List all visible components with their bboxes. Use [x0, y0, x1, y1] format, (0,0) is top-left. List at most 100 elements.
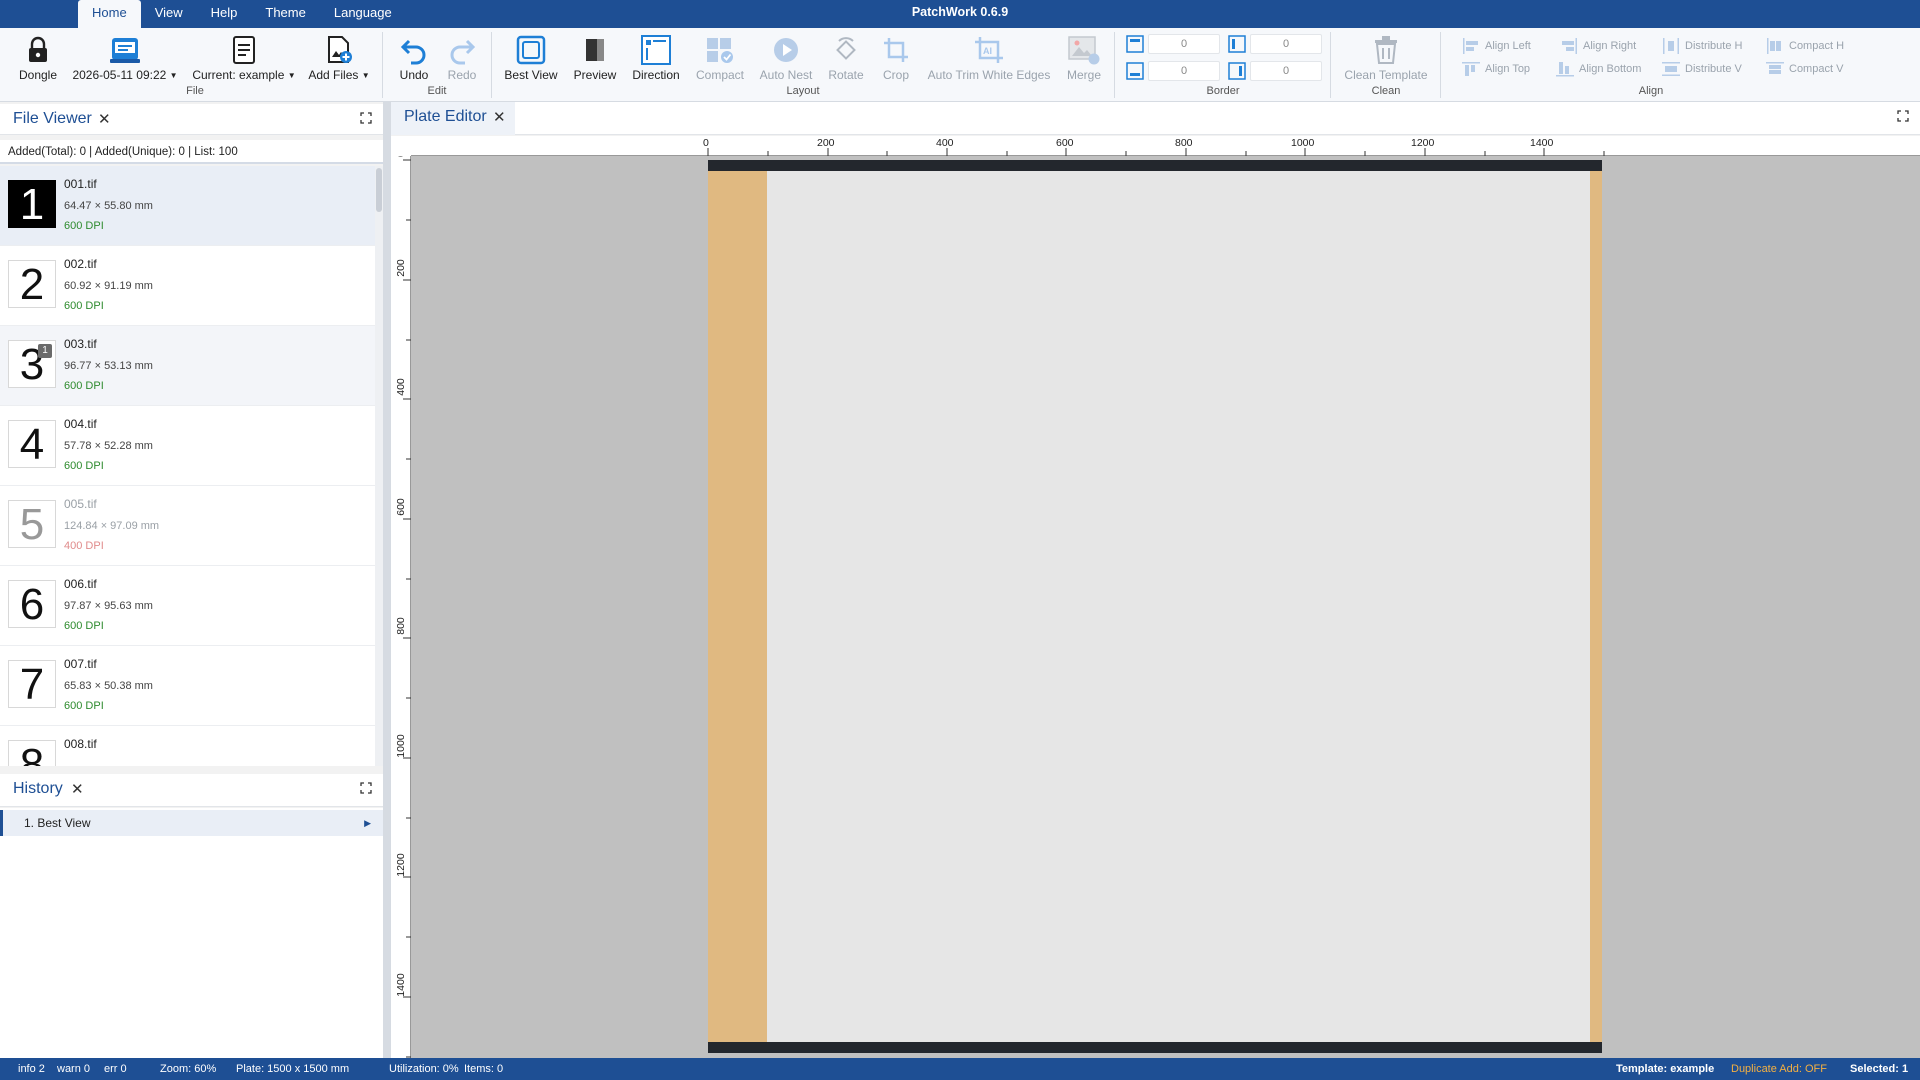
align-bottom-button[interactable]: Align Bottom: [1556, 60, 1641, 78]
crop-icon: [874, 32, 918, 68]
plate[interactable]: [708, 160, 1602, 1053]
clean-template-button[interactable]: Clean Template: [1340, 32, 1432, 88]
file-dimensions: 124.84 × 97.09 mm: [64, 520, 160, 532]
lock-icon: [12, 32, 64, 68]
distribute-h-icon: [1663, 38, 1679, 54]
file-viewer-header: File Viewer ✕: [0, 104, 383, 135]
file-item[interactable]: 4 004.tif 57.78 × 52.28 mm 600 DPI: [0, 406, 375, 486]
auto-trim-icon: AI: [924, 32, 1054, 68]
auto-nest-label: Auto Nest: [759, 68, 813, 82]
status-err[interactable]: err 0: [104, 1058, 127, 1080]
history-item[interactable]: 1. Best View ▶: [0, 810, 383, 836]
status-duplicate-add[interactable]: Duplicate Add: OFF: [1731, 1058, 1827, 1080]
ruler-label: 200: [817, 137, 835, 149]
title-bar: Home View Help Theme Language PatchWork …: [0, 0, 1920, 28]
file-item[interactable]: 6 006.tif 97.87 × 95.63 mm 600 DPI: [0, 566, 375, 646]
align-top-button[interactable]: Align Top: [1462, 60, 1530, 78]
ribbon-toolbar: Dongle 2026-05-11 09:22 ▼ Current: examp…: [0, 28, 1920, 102]
file-thumbnail: 5: [8, 500, 56, 549]
file-item[interactable]: 5 005.tif 124.84 × 97.09 mm 400 DPI: [0, 486, 375, 566]
add-files-label: Add Files: [308, 68, 359, 82]
group-separator: [1440, 32, 1441, 98]
compact-v-button[interactable]: Compact V: [1766, 60, 1843, 78]
best-view-button[interactable]: Best View: [500, 32, 562, 88]
align-left-button[interactable]: Align Left: [1462, 37, 1531, 55]
plate-canvas[interactable]: 0 200 400 600 800 1000 1200 1400 0 200 4…: [391, 136, 1920, 1058]
file-name: 003.tif: [64, 337, 97, 351]
status-warn[interactable]: warn 0: [57, 1058, 90, 1080]
group-label-layout: Layout: [786, 85, 820, 97]
file-item[interactable]: 1 001.tif 64.47 × 55.80 mm 600 DPI: [0, 166, 375, 246]
dongle-button[interactable]: Dongle: [12, 32, 64, 88]
play-icon: [754, 32, 818, 68]
ruler-label: 0: [703, 137, 709, 149]
file-thumbnail: 2: [8, 260, 56, 309]
align-right-button[interactable]: Align Right: [1560, 37, 1636, 55]
border-left-input[interactable]: 0: [1250, 34, 1322, 54]
maximize-icon[interactable]: [360, 782, 372, 794]
distribute-h-button[interactable]: Distribute H: [1662, 37, 1742, 55]
close-icon[interactable]: ✕: [493, 108, 506, 126]
ruler-label: 1000: [1291, 137, 1315, 149]
menu-theme[interactable]: Theme: [251, 0, 319, 28]
crop-button[interactable]: Crop: [874, 32, 918, 88]
direction-button[interactable]: Direction: [627, 32, 685, 88]
file-list-scrollbar[interactable]: [375, 166, 383, 766]
border-top-input[interactable]: 0: [1148, 34, 1220, 54]
group-separator: [491, 32, 492, 98]
trash-icon: [1340, 32, 1432, 68]
file-item[interactable]: 3 1 003.tif 96.77 × 53.13 mm 600 DPI: [0, 326, 375, 406]
preview-button[interactable]: Preview: [568, 32, 622, 88]
rotate-button[interactable]: Rotate: [822, 32, 870, 88]
plate-editor-header: Plate Editor ✕: [391, 102, 1920, 135]
maximize-icon[interactable]: [360, 112, 372, 124]
file-item[interactable]: 7 007.tif 65.83 × 50.38 mm 600 DPI: [0, 646, 375, 726]
scrollbar-thumb[interactable]: [376, 168, 382, 212]
status-info[interactable]: info 2: [18, 1058, 45, 1080]
menu-home[interactable]: Home: [78, 0, 141, 28]
maximize-icon[interactable]: [1897, 110, 1909, 122]
ruler-label: 1200: [395, 853, 407, 877]
redo-icon: [440, 32, 484, 68]
auto-nest-button[interactable]: Auto Nest: [754, 32, 818, 88]
status-zoom: Zoom: 60%: [160, 1063, 217, 1075]
panel-splitter[interactable]: [383, 102, 391, 1058]
distribute-v-button[interactable]: Distribute V: [1662, 60, 1742, 78]
file-item[interactable]: 8 008.tif: [0, 726, 375, 766]
align-top-icon: [1462, 62, 1480, 76]
file-viewer-title: File Viewer: [13, 110, 92, 127]
file-thumbnail: 3 1: [8, 340, 56, 389]
align-top-label: Align Top: [1485, 63, 1531, 75]
menu-help[interactable]: Help: [197, 0, 252, 28]
merge-button[interactable]: Merge: [1058, 32, 1110, 88]
redo-button[interactable]: Redo: [440, 32, 484, 88]
add-files-button[interactable]: Add Files ▼: [306, 32, 372, 88]
clean-template-label: Clean Template: [1344, 68, 1428, 82]
border-bottom-input[interactable]: 0: [1148, 61, 1220, 81]
ruler-label: 800: [395, 617, 407, 635]
calendar-icon: [70, 32, 180, 68]
main-menu: Home View Help Theme Language: [78, 0, 406, 28]
file-dpi: 600 DPI: [64, 620, 104, 632]
current-template-button[interactable]: Current: example ▼: [190, 32, 298, 88]
file-list: 1 001.tif 64.47 × 55.80 mm 600 DPI 2 002…: [0, 166, 375, 766]
compact-button[interactable]: Compact: [692, 32, 748, 88]
menu-view[interactable]: View: [141, 0, 197, 28]
file-name: 005.tif: [64, 497, 97, 511]
file-thumbnail: 1: [8, 180, 56, 229]
direction-label: Direction: [632, 68, 680, 82]
close-icon[interactable]: ✕: [98, 110, 111, 128]
tab-plate-editor[interactable]: Plate Editor ✕: [391, 102, 515, 135]
file-item[interactable]: 2 002.tif 60.92 × 91.19 mm 600 DPI: [0, 246, 375, 326]
status-template: Template: example: [1616, 1063, 1715, 1075]
compact-h-button[interactable]: Compact H: [1766, 37, 1844, 55]
border-right-input[interactable]: 0: [1250, 61, 1322, 81]
chevron-down-icon: ▼: [361, 70, 370, 80]
undo-button[interactable]: Undo: [392, 32, 436, 88]
date-button[interactable]: 2026-05-11 09:22 ▼: [70, 32, 180, 88]
menu-language[interactable]: Language: [320, 0, 406, 28]
auto-trim-button[interactable]: AI Auto Trim White Edges: [924, 32, 1054, 88]
align-left-label: Align Left: [1485, 40, 1531, 52]
close-icon[interactable]: ✕: [71, 780, 84, 798]
date-label: 2026-05-11 09:22: [72, 68, 167, 82]
